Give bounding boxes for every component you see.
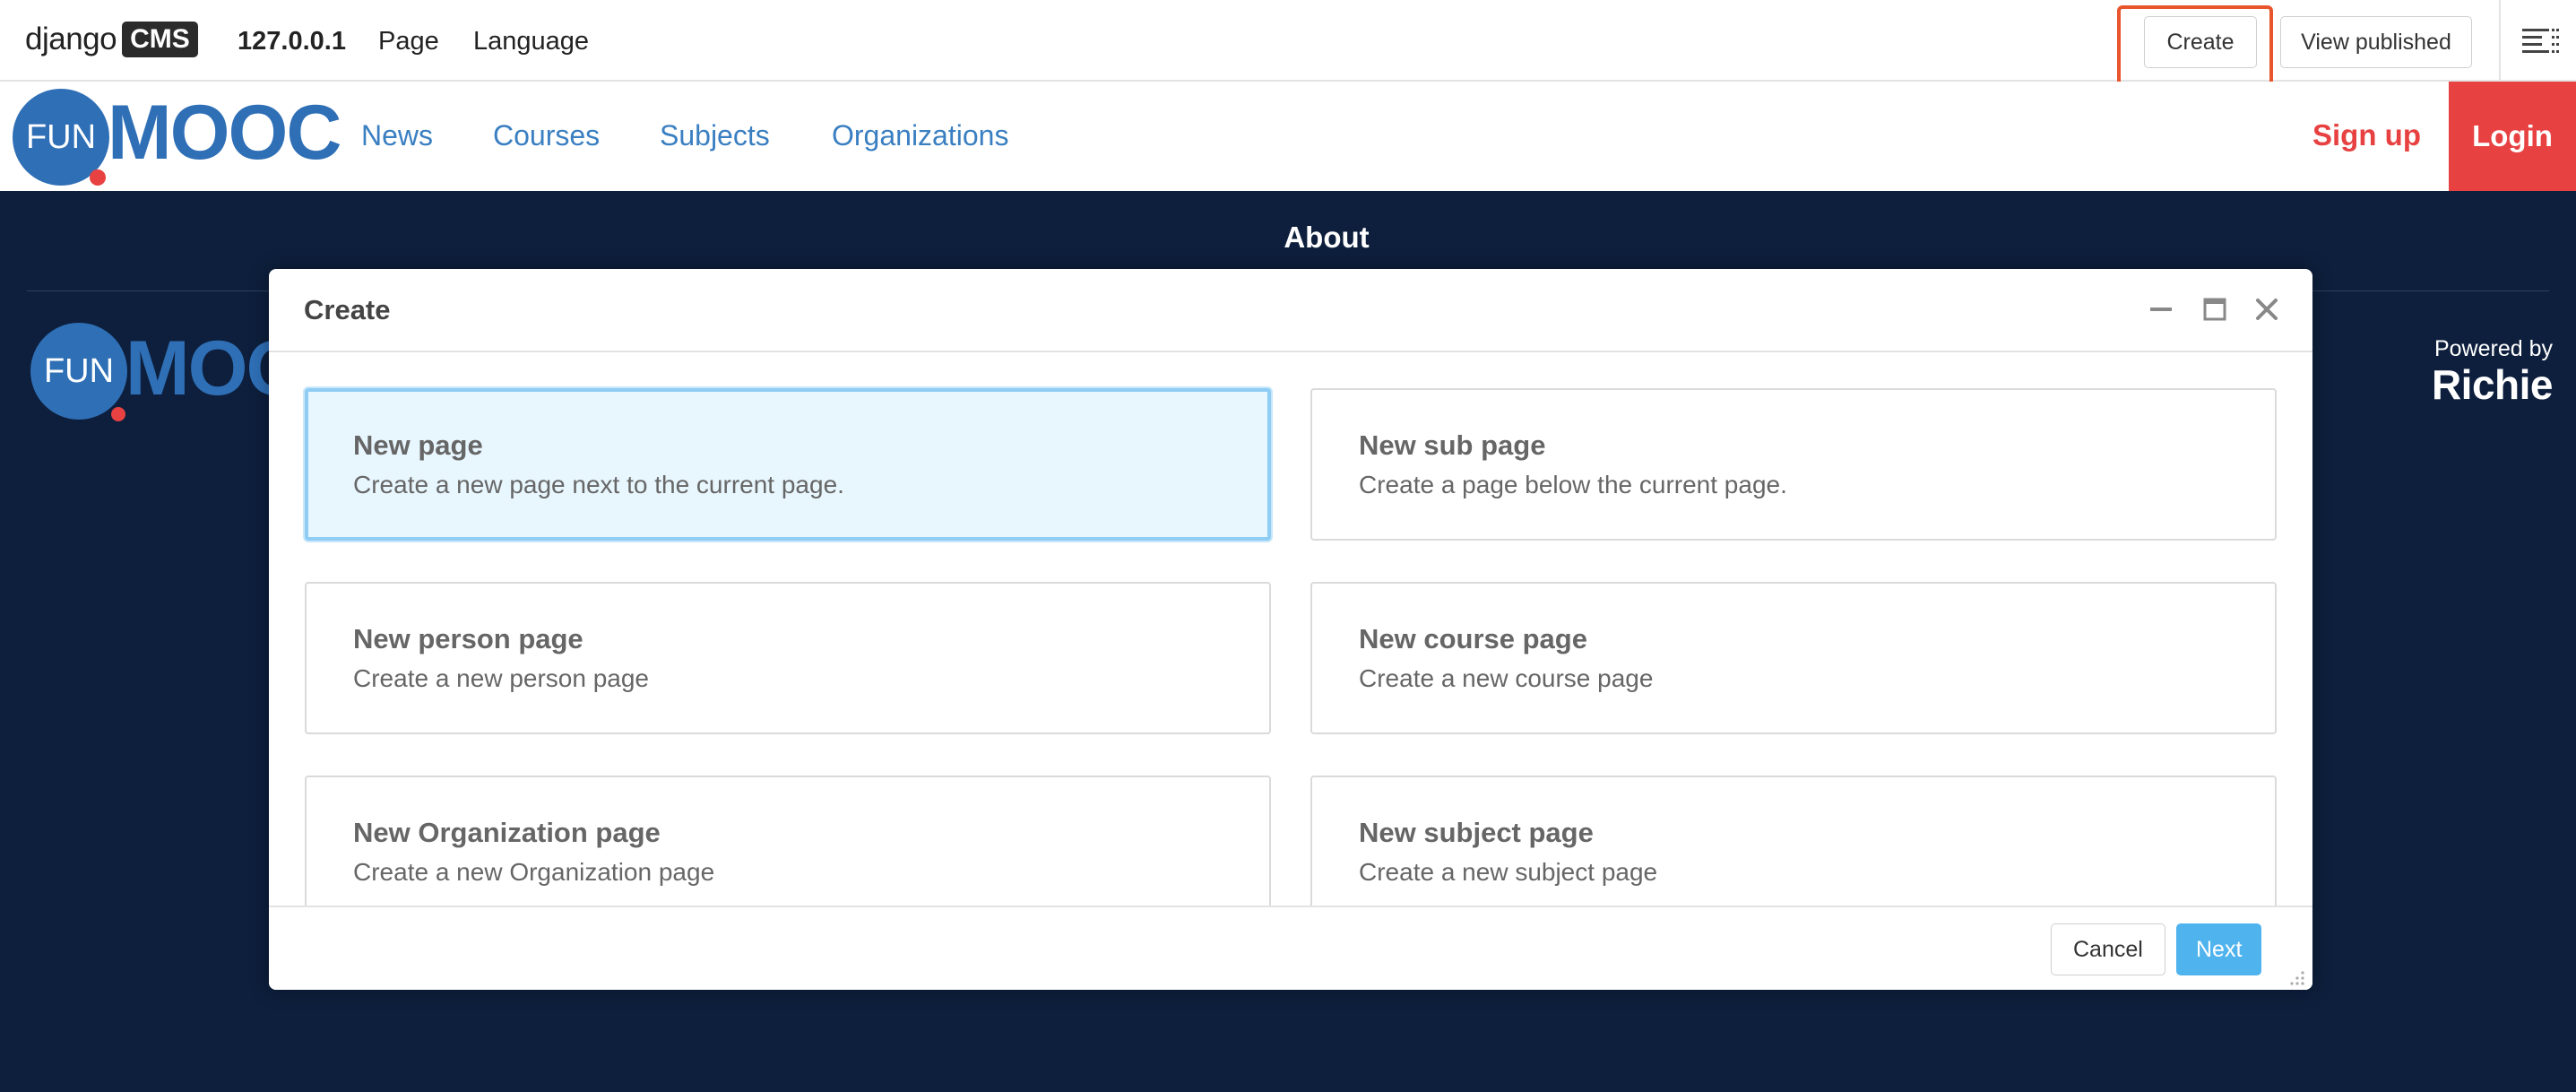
option-description: Create a page below the current page. [1359,471,1787,498]
footer-logo-text: FUN [43,351,115,390]
option-new-person-page[interactable]: New person page Create a new person page [305,582,1271,734]
fun-logo-circle: FUN [13,89,109,186]
modal-footer: Cancel Next [269,906,2312,990]
option-new-subject-page[interactable]: New subject page Create a new subject pa… [1310,776,2277,906]
login-button[interactable]: Login [2449,82,2576,191]
option-new-course-page[interactable]: New course page Create a new course page [1310,582,2277,734]
toolbar-host-menu[interactable]: 127.0.0.1 [238,23,346,59]
option-title: New subject page [1359,817,1594,848]
option-description: Create a new page next to the current pa… [353,471,844,498]
cms-toolbar: django CMS 127.0.0.1 Page Language Creat… [0,0,2576,86]
option-title: New Organization page [353,817,661,848]
option-new-organization-page[interactable]: New Organization page Create a new Organ… [305,776,1271,906]
nav-link-courses[interactable]: Courses [493,116,600,155]
powered-by-richie[interactable]: Powered by Richie [2384,335,2554,408]
logo-text: django [25,22,117,56]
modal-body: New page Create a new page next to the c… [269,354,2312,906]
toolbar-language-menu[interactable]: Language [473,23,589,59]
fun-mooc-logo[interactable]: FUN MOOC [13,89,342,186]
toolbar-page-menu[interactable]: Page [378,23,439,59]
modal-title: Create [304,294,391,325]
option-title: New page [353,429,483,461]
logo-badge: CMS [122,22,198,57]
option-title: New person page [353,623,583,654]
mooc-wordmark: MOOC [108,89,342,176]
option-title: New course page [1359,623,1587,654]
option-new-sub-page[interactable]: New sub page Create a page below the cur… [1310,388,2277,541]
maximize-icon[interactable] [2200,294,2230,325]
next-button[interactable]: Next [2176,923,2262,975]
richie-brand: Richie [2431,361,2554,408]
create-modal: Create New page Create a new page next t… [269,269,2312,990]
django-cms-logo[interactable]: django CMS [25,20,198,59]
resize-grip-icon[interactable] [2286,966,2305,986]
site-header: FUN MOOC News Courses Subjects Organizat… [0,82,2576,191]
page-title: About [1284,221,1370,254]
option-description: Create a new subject page [1359,858,1658,886]
signup-link[interactable]: Sign up [2312,116,2421,155]
option-new-page[interactable]: New page Create a new page next to the c… [305,388,1271,541]
option-description: Create a new person page [353,664,649,692]
view-published-button[interactable]: View published [2280,16,2472,68]
powered-by-label: Powered by [2433,336,2553,361]
sideframe-menu-icon[interactable] [2522,27,2560,56]
fun-logo-text: FUN [25,117,97,156]
modal-header: Create [269,269,2312,352]
nav-link-organizations[interactable]: Organizations [832,116,1008,155]
logo-dot [90,169,106,186]
option-title: New sub page [1359,429,1546,461]
nav-link-news[interactable]: News [361,116,433,155]
cancel-button[interactable]: Cancel [2051,923,2165,975]
nav-link-subjects[interactable]: Subjects [660,116,770,155]
close-icon[interactable] [2252,294,2282,325]
option-description: Create a new Organization page [353,858,715,886]
option-description: Create a new course page [1359,664,1654,692]
toolbar-divider [2499,0,2501,82]
create-button[interactable]: Create [2144,16,2257,68]
footer-logo-dot [111,407,125,421]
minimize-icon[interactable] [2146,294,2176,325]
footer-logo-circle: FUN [30,323,127,421]
